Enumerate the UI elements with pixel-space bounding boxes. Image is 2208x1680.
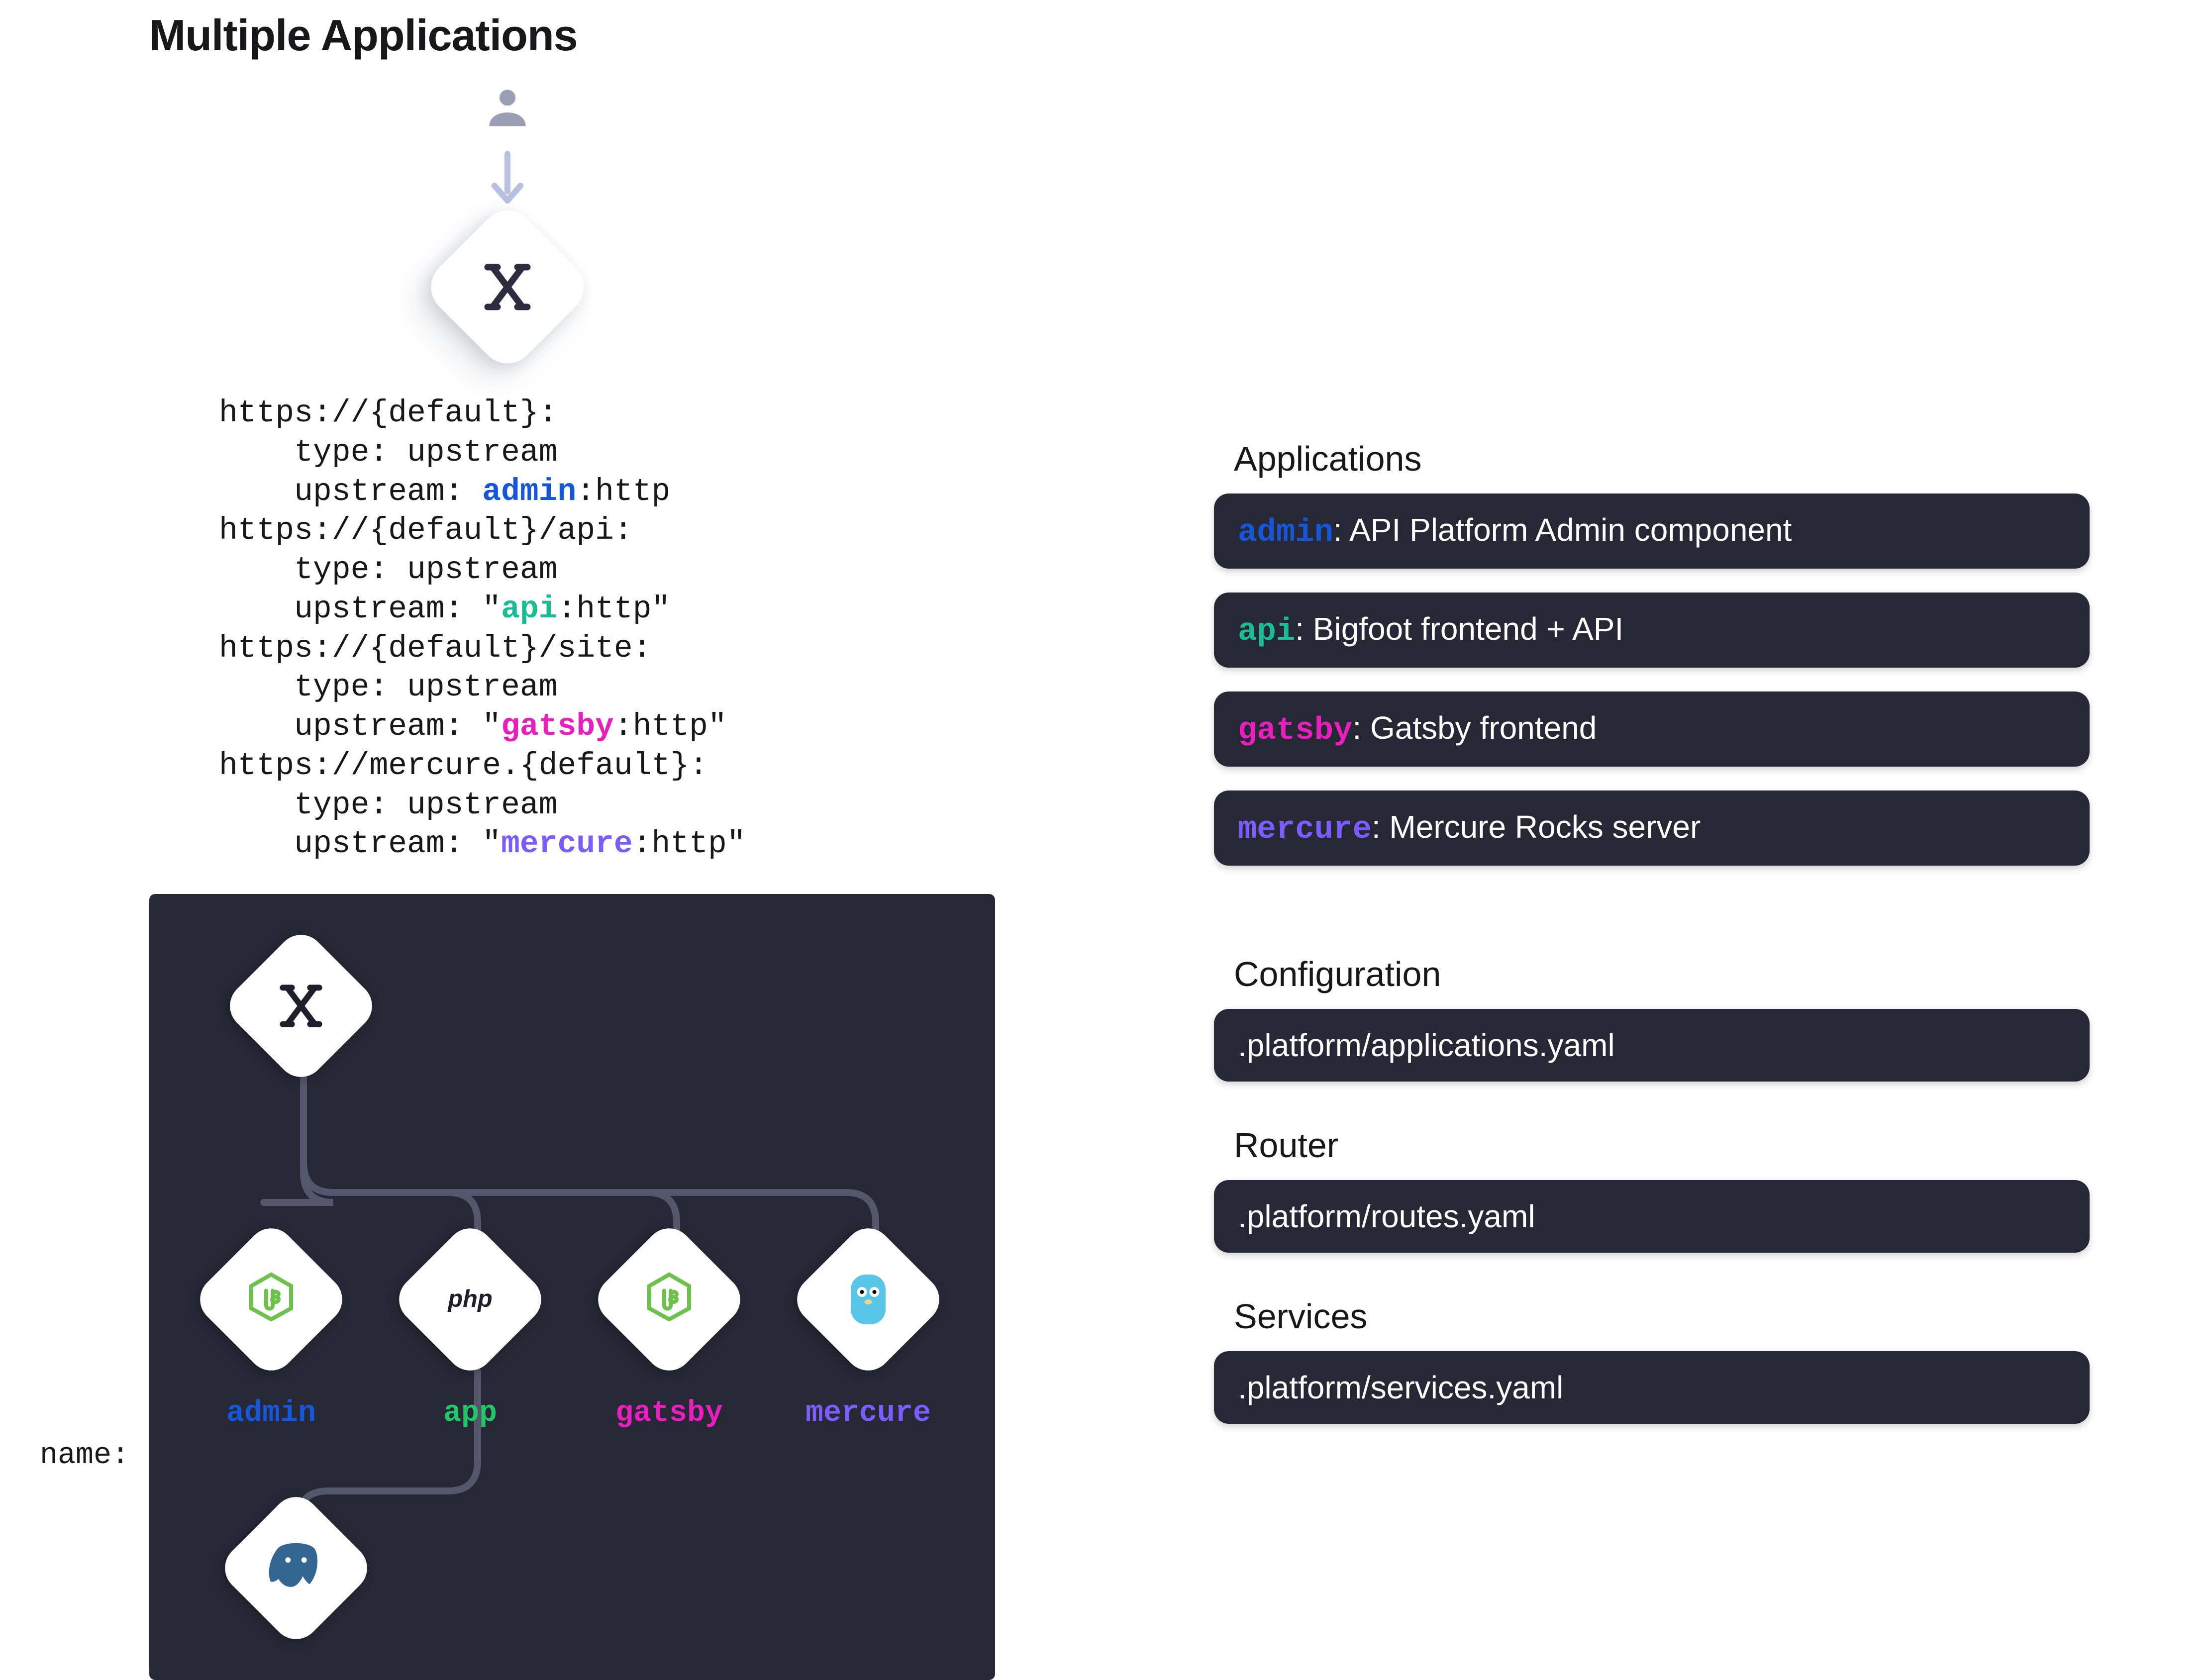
svg-text:php: php [447,1285,492,1312]
columns: https://{default}: type: upstream upstre… [149,81,2059,1680]
postgresql-icon [264,1536,328,1600]
name-key-label: name: [40,1439,129,1473]
routing-icon [478,257,537,317]
nodejs-icon [241,1270,301,1329]
applications-heading: Applications [1234,439,2090,479]
app-key: mercure [1238,812,1372,848]
slide: Multiple Applications [0,0,2208,1670]
route-upstream-key: mercure [501,826,633,862]
config-file-path: .platform/applications.yaml [1238,1027,1615,1063]
php-icon: php [433,1280,507,1319]
route-type: type: upstream [219,788,558,823]
route-type: type: upstream [219,670,558,705]
route-upstream-key: api [501,592,557,627]
app-key: admin [1238,515,1333,551]
router-node [419,199,596,375]
services-file-path: .platform/services.yaml [1238,1370,1563,1405]
graph-label-app: app [413,1396,527,1430]
app-card-gatsby: gatsby: Gatsby frontend [1214,692,2090,767]
topology-graph: admin php app [149,894,995,1680]
route-upstream-prefix: upstream: " [219,826,501,862]
graph-label-mercure: mercure [796,1396,940,1430]
app-desc: : API Platform Admin component [1333,512,1792,548]
app-key: gatsby [1238,713,1352,749]
routes-code: https://{default}: type: upstream upstre… [219,394,1005,864]
route-upstream-suffix: :http" [558,592,671,627]
route-upstream-prefix: upstream: " [219,709,501,744]
right-column: Applications admin: API Platform Admin c… [1214,81,2090,1448]
arrow-down-icon [485,150,530,210]
route-type: type: upstream [219,552,558,588]
slide-title: Multiple Applications [149,10,2059,61]
route-upstream-suffix: :http [576,474,670,509]
route-upstream-prefix: upstream: " [219,592,501,627]
app-desc: : Bigfoot frontend + API [1295,611,1623,647]
route-upstream-key: admin [482,474,576,509]
route-url: https://{default}/api: [219,513,633,548]
nodejs-icon [639,1270,699,1329]
route-upstream-suffix: :http" [614,709,727,744]
app-card-api: api: Bigfoot frontend + API [1214,593,2090,668]
route-upstream-suffix: :http" [633,826,746,862]
services-file-card: .platform/services.yaml [1214,1351,2090,1424]
configuration-heading: Configuration [1234,954,2090,994]
route-upstream-key: gatsby [501,709,614,744]
router-file-path: .platform/routes.yaml [1238,1198,1535,1234]
config-file-card: .platform/applications.yaml [1214,1009,2090,1082]
request-flow [408,81,607,349]
app-desc: : Gatsby frontend [1352,710,1597,746]
route-url: https://{default}: [219,395,558,431]
route-upstream-prefix: upstream: [219,474,482,509]
router-file-card: .platform/routes.yaml [1214,1180,2090,1253]
app-card-mercure: mercure: Mercure Rocks server [1214,791,2090,866]
route-type: type: upstream [219,435,558,470]
services-heading: Services [1234,1296,2090,1336]
app-key: api [1238,614,1295,650]
gopher-icon [843,1267,893,1332]
router-heading: Router [1234,1125,2090,1165]
app-card-admin: admin: API Platform Admin component [1214,494,2090,569]
app-desc: : Mercure Rocks server [1372,809,1701,845]
left-column: https://{default}: type: upstream upstre… [149,81,1005,1680]
route-url: https://mercure.{default}: [219,748,708,784]
route-url: https://{default}/site: [219,631,652,666]
user-icon [480,81,535,135]
graph-label-gatsby: gatsby [612,1396,726,1430]
graph-label-admin: admin [214,1396,328,1430]
routing-icon [274,979,328,1033]
